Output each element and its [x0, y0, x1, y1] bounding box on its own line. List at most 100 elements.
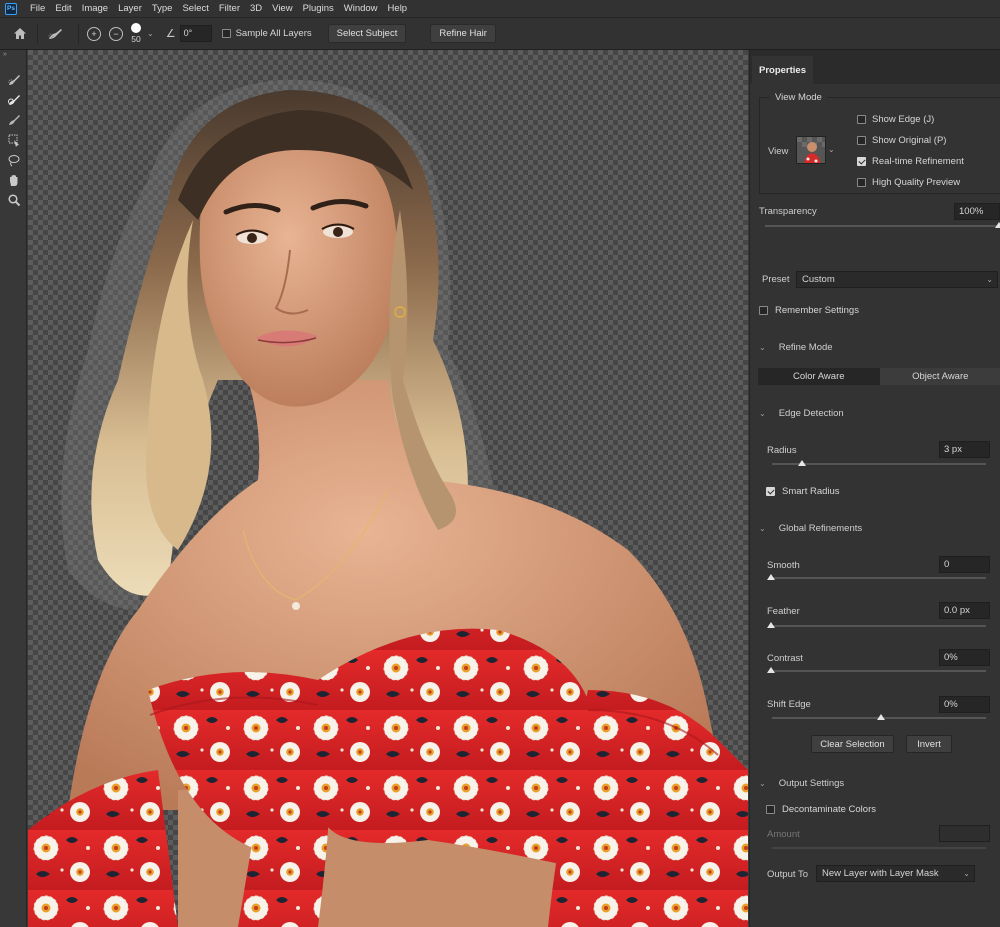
brush-size-picker[interactable]: 50	[131, 23, 141, 44]
refine-edge-brush-icon[interactable]	[0, 90, 27, 110]
show-original-option[interactable]: Show Original (P)	[857, 135, 946, 146]
view-dropdown-chevron-icon[interactable]: ⌄	[828, 145, 835, 154]
smooth-slider[interactable]	[772, 577, 986, 579]
object-aware-option[interactable]: Object Aware	[879, 368, 1000, 385]
smart-radius-checkbox[interactable]	[766, 487, 775, 496]
shift-edge-label: Shift Edge	[767, 699, 811, 710]
real-time-refinement-option[interactable]: Real-time Refinement	[857, 156, 964, 167]
menu-3d[interactable]: 3D	[245, 0, 267, 17]
global-refinements-header[interactable]: ⌄ Global Refinements	[759, 523, 862, 534]
chevron-down-icon: ⌄	[963, 869, 970, 878]
divider	[37, 23, 38, 44]
high-quality-preview-label: High Quality Preview	[872, 177, 961, 188]
view-mode-title: View Mode	[770, 92, 827, 103]
remember-settings-label: Remember Settings	[775, 305, 859, 316]
menu-select[interactable]: Select	[177, 0, 213, 17]
refine-mode-title: Refine Mode	[778, 342, 833, 353]
subject-photo	[28, 79, 748, 927]
transparency-slider[interactable]	[765, 225, 999, 227]
add-to-selection-icon[interactable]: +	[87, 26, 101, 41]
remember-settings-option[interactable]: Remember Settings	[759, 305, 859, 316]
decontaminate-colors-checkbox[interactable]	[766, 805, 775, 814]
divider	[78, 23, 79, 44]
menu-help[interactable]: Help	[383, 0, 413, 17]
panel-tab-bar: Properties	[750, 50, 1000, 84]
contrast-slider[interactable]	[772, 670, 986, 672]
high-quality-preview-option[interactable]: High Quality Preview	[857, 177, 960, 188]
clear-selection-button[interactable]: Clear Selection	[811, 735, 894, 753]
show-original-label: Show Original (P)	[872, 135, 947, 146]
document-canvas[interactable]	[28, 50, 748, 927]
transparency-field[interactable]: 100%	[954, 203, 1000, 220]
menu-window[interactable]: Window	[339, 0, 383, 17]
feather-slider-thumb[interactable]	[767, 622, 775, 628]
menu-layer[interactable]: Layer	[113, 0, 147, 17]
preset-label: Preset	[762, 274, 790, 285]
decontaminate-colors-option[interactable]: Decontaminate Colors	[766, 804, 876, 815]
brush-size-value: 50	[131, 34, 141, 44]
remember-settings-checkbox[interactable]	[759, 306, 768, 315]
chevron-down-icon: ⌄	[759, 409, 766, 418]
brush-tool-icon[interactable]	[0, 110, 27, 130]
invert-button[interactable]: Invert	[906, 735, 952, 753]
smooth-slider-thumb[interactable]	[767, 574, 775, 580]
angle-icon: ∠	[165, 28, 176, 40]
menu-filter[interactable]: Filter	[214, 0, 245, 17]
menu-plugins[interactable]: Plugins	[298, 0, 339, 17]
contrast-slider-thumb[interactable]	[767, 667, 775, 673]
smart-radius-label: Smart Radius	[782, 486, 840, 497]
shift-edge-slider-thumb[interactable]	[877, 714, 885, 720]
hand-icon[interactable]	[0, 170, 27, 190]
sample-all-layers-checkbox[interactable]	[221, 29, 231, 38]
quick-selection-tool-icon[interactable]	[0, 70, 27, 90]
tools-panel: »	[0, 50, 27, 927]
subtract-from-selection-icon[interactable]: −	[109, 26, 123, 41]
sample-all-layers-label: Sample All Layers	[235, 28, 312, 39]
high-quality-preview-checkbox[interactable]	[857, 178, 866, 187]
output-settings-header[interactable]: ⌄ Output Settings	[759, 778, 844, 789]
home-icon[interactable]	[9, 23, 31, 45]
show-edge-option[interactable]: Show Edge (J)	[857, 114, 934, 125]
edge-detection-header[interactable]: ⌄ Edge Detection	[759, 408, 844, 419]
menu-image[interactable]: Image	[77, 0, 113, 17]
lasso-icon[interactable]	[0, 150, 27, 170]
menu-file[interactable]: File	[25, 0, 50, 17]
collapse-panel-icon[interactable]: »	[0, 50, 26, 62]
preset-dropdown[interactable]: Custom ⌄	[796, 271, 998, 288]
tab-properties[interactable]: Properties	[752, 56, 813, 84]
transparency-label: Transparency	[759, 206, 817, 217]
refine-mode-header[interactable]: ⌄ Refine Mode	[759, 342, 833, 353]
menu-view[interactable]: View	[267, 0, 297, 17]
angle-field[interactable]: 0°	[179, 25, 212, 42]
color-aware-option[interactable]: Color Aware	[758, 368, 880, 385]
select-subject-button[interactable]: Select Subject	[327, 24, 407, 43]
real-time-refinement-checkbox[interactable]	[857, 157, 866, 166]
view-mode-thumbnail[interactable]	[796, 136, 826, 164]
options-bar: + − 50 ⌄ ∠ 0° Sample All Layers Select S…	[0, 17, 1000, 50]
sample-all-layers-option[interactable]: Sample All Layers	[221, 28, 312, 39]
radius-field[interactable]: 3 px	[939, 441, 990, 458]
zoom-icon[interactable]	[0, 190, 27, 210]
output-to-dropdown[interactable]: New Layer with Layer Mask ⌄	[816, 865, 975, 882]
feather-slider[interactable]	[772, 625, 986, 627]
refine-hair-button[interactable]: Refine Hair	[430, 24, 496, 43]
chevron-down-icon[interactable]: ⌄	[147, 29, 154, 38]
transparency-slider-thumb[interactable]	[995, 222, 1000, 228]
contrast-field[interactable]: 0%	[939, 649, 990, 666]
amount-label: Amount	[767, 829, 800, 840]
menu-type[interactable]: Type	[147, 0, 178, 17]
smart-radius-option[interactable]: Smart Radius	[766, 486, 840, 497]
show-edge-checkbox[interactable]	[857, 115, 866, 124]
smooth-field[interactable]: 0	[939, 556, 990, 573]
feather-label: Feather	[767, 606, 800, 617]
show-original-checkbox[interactable]	[857, 136, 866, 145]
chevron-down-icon: ⌄	[759, 524, 766, 533]
quick-selection-tool-icon[interactable]	[44, 23, 66, 45]
object-selection-icon[interactable]	[0, 130, 27, 150]
view-label: View	[768, 146, 789, 157]
menu-edit[interactable]: Edit	[50, 0, 76, 17]
shift-edge-field[interactable]: 0%	[939, 696, 990, 713]
feather-field[interactable]: 0.0 px	[939, 602, 990, 619]
radius-slider-thumb[interactable]	[798, 460, 806, 466]
refine-mode-switch: Color Aware Object Aware	[758, 368, 1000, 385]
